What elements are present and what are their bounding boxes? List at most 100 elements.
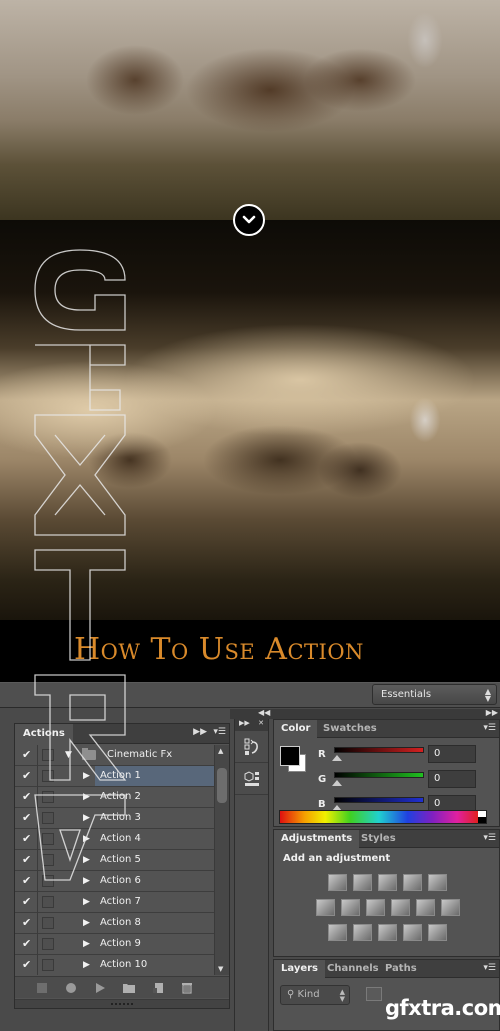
panel-menu-icon[interactable]: ▾☰ — [483, 963, 496, 973]
scroll-down-icon[interactable]: ▼ — [218, 965, 223, 973]
gradient-map-icon[interactable] — [428, 924, 447, 941]
play-button[interactable] — [85, 979, 114, 997]
selective-color-icon[interactable] — [403, 924, 422, 941]
hue-saturation-icon[interactable] — [315, 899, 335, 916]
triangle-right-icon[interactable]: ▶ — [83, 771, 90, 781]
3d-properties-button[interactable] — [235, 763, 268, 795]
panel-menu-icon[interactable]: ▾☰ — [483, 723, 496, 733]
stop-button[interactable] — [27, 979, 56, 997]
photo-filter-icon[interactable] — [390, 899, 410, 916]
action-row[interactable]: ✔ ▶ Action 1 — [15, 766, 215, 787]
collapse-dock-button[interactable]: ◀◀ — [258, 708, 270, 717]
delete-button[interactable] — [172, 979, 201, 997]
triangle-right-icon[interactable]: ▶ — [83, 918, 90, 928]
triangle-down-icon[interactable]: ▼ — [65, 750, 72, 760]
curves-icon[interactable] — [378, 874, 397, 891]
tab-color[interactable]: Color — [274, 720, 318, 738]
scroll-thumb[interactable] — [217, 768, 227, 803]
record-button[interactable] — [56, 979, 85, 997]
triangle-right-icon[interactable]: ▶ — [83, 855, 90, 865]
channel-slider[interactable] — [334, 772, 424, 778]
action-row[interactable]: ✔ ▶ Action 10 — [15, 955, 215, 975]
panel-menu-icon[interactable]: ▾☰ — [213, 727, 226, 737]
check-icon[interactable]: ✔ — [22, 853, 36, 866]
tab-layers[interactable]: Layers — [274, 960, 325, 978]
vibrance-icon[interactable] — [428, 874, 447, 891]
check-icon[interactable]: ✔ — [22, 874, 36, 887]
scroll-down-button[interactable] — [233, 204, 265, 236]
check-icon[interactable]: ✔ — [22, 937, 36, 950]
tab-swatches[interactable]: Swatches — [316, 720, 384, 738]
check-icon[interactable]: ✔ — [22, 832, 36, 845]
workspace-select[interactable]: Essentials ▲ ▼ — [372, 684, 497, 705]
dialog-toggle[interactable] — [42, 749, 54, 761]
action-row[interactable]: ✔ ▶ Action 8 — [15, 913, 215, 934]
triangle-right-icon[interactable]: ▶ — [83, 834, 90, 844]
triangle-right-icon[interactable]: ▶ — [83, 897, 90, 907]
action-row[interactable]: ✔ ▶ Action 3 — [15, 808, 215, 829]
action-row[interactable]: ✔ ▶ Action 4 — [15, 829, 215, 850]
check-icon[interactable]: ✔ — [22, 958, 36, 971]
dialog-toggle[interactable] — [42, 854, 54, 866]
triangle-right-icon[interactable]: ▶ — [83, 792, 90, 802]
color-balance-icon[interactable] — [340, 899, 360, 916]
tab-styles[interactable]: Styles — [354, 830, 403, 848]
channel-value-input[interactable]: 0 — [428, 745, 476, 763]
action-row[interactable]: ✔ ▶ Action 5 — [15, 850, 215, 871]
dialog-toggle[interactable] — [42, 812, 54, 824]
check-icon[interactable]: ✔ — [22, 895, 36, 908]
invert-icon[interactable] — [328, 924, 347, 941]
dialog-toggle[interactable] — [42, 959, 54, 971]
expand-panels-button[interactable]: ▶▶ — [486, 708, 498, 717]
tab-adjustments[interactable]: Adjustments — [274, 830, 360, 848]
threshold-icon[interactable] — [378, 924, 397, 941]
dialog-toggle[interactable] — [42, 938, 54, 950]
resize-grip[interactable] — [15, 999, 229, 1008]
action-row[interactable]: ✔ ▶ Action 6 — [15, 871, 215, 892]
dialog-toggle[interactable] — [42, 917, 54, 929]
check-icon[interactable]: ✔ — [22, 748, 36, 761]
levels-icon[interactable] — [353, 874, 372, 891]
channel-slider[interactable] — [334, 797, 424, 803]
check-icon[interactable]: ✔ — [22, 811, 36, 824]
check-icon[interactable]: ✔ — [22, 790, 36, 803]
tab-paths[interactable]: Paths — [378, 960, 424, 978]
close-icon[interactable]: ✕ — [258, 719, 264, 731]
triangle-right-icon[interactable]: ▶ — [83, 813, 90, 823]
collapse-panel-icon[interactable]: ▶▶ — [193, 727, 207, 737]
triangle-right-icon[interactable]: ▶ — [83, 939, 90, 949]
actions-scrollbar[interactable]: ▲ ▼ — [214, 745, 229, 975]
black-white-icon[interactable] — [365, 899, 385, 916]
tab-actions[interactable]: Actions — [15, 724, 73, 744]
check-icon[interactable]: ✔ — [22, 769, 36, 782]
action-set-row[interactable]: ✔ ▼ Cinematic Fx — [15, 745, 215, 766]
brightness-contrast-icon[interactable] — [328, 874, 347, 891]
panel-menu-icon[interactable]: ▾☰ — [483, 833, 496, 843]
exposure-icon[interactable] — [403, 874, 422, 891]
foreground-color-swatch[interactable] — [280, 746, 300, 766]
action-row[interactable]: ✔ ▶ Action 9 — [15, 934, 215, 955]
dialog-toggle[interactable] — [42, 896, 54, 908]
posterize-icon[interactable] — [353, 924, 372, 941]
dialog-toggle[interactable] — [42, 770, 54, 782]
check-icon[interactable]: ✔ — [22, 916, 36, 929]
action-row[interactable]: ✔ ▶ Action 2 — [15, 787, 215, 808]
layer-filter-select[interactable]: ⚲ Kind ▲ ▼ — [280, 985, 350, 1005]
slider-thumb[interactable] — [332, 755, 342, 761]
triangle-right-icon[interactable]: ▶ — [83, 876, 90, 886]
tab-channels[interactable]: Channels — [320, 960, 386, 978]
dialog-toggle[interactable] — [42, 791, 54, 803]
slider-thumb[interactable] — [332, 780, 342, 786]
triangle-right-icon[interactable]: ▶ — [83, 960, 90, 970]
pixel-layer-filter-icon[interactable] — [366, 987, 382, 1001]
color-spectrum[interactable] — [279, 810, 487, 824]
new-action-button[interactable] — [143, 979, 172, 997]
history-button[interactable] — [235, 731, 268, 763]
channel-value-input[interactable]: 0 — [428, 770, 476, 788]
channel-mixer-icon[interactable] — [415, 899, 435, 916]
new-set-button[interactable] — [114, 979, 143, 997]
channel-slider[interactable] — [334, 747, 424, 753]
dialog-toggle[interactable] — [42, 833, 54, 845]
expand-dock-icon[interactable]: ▶▶ — [239, 719, 250, 731]
action-row[interactable]: ✔ ▶ Action 7 — [15, 892, 215, 913]
